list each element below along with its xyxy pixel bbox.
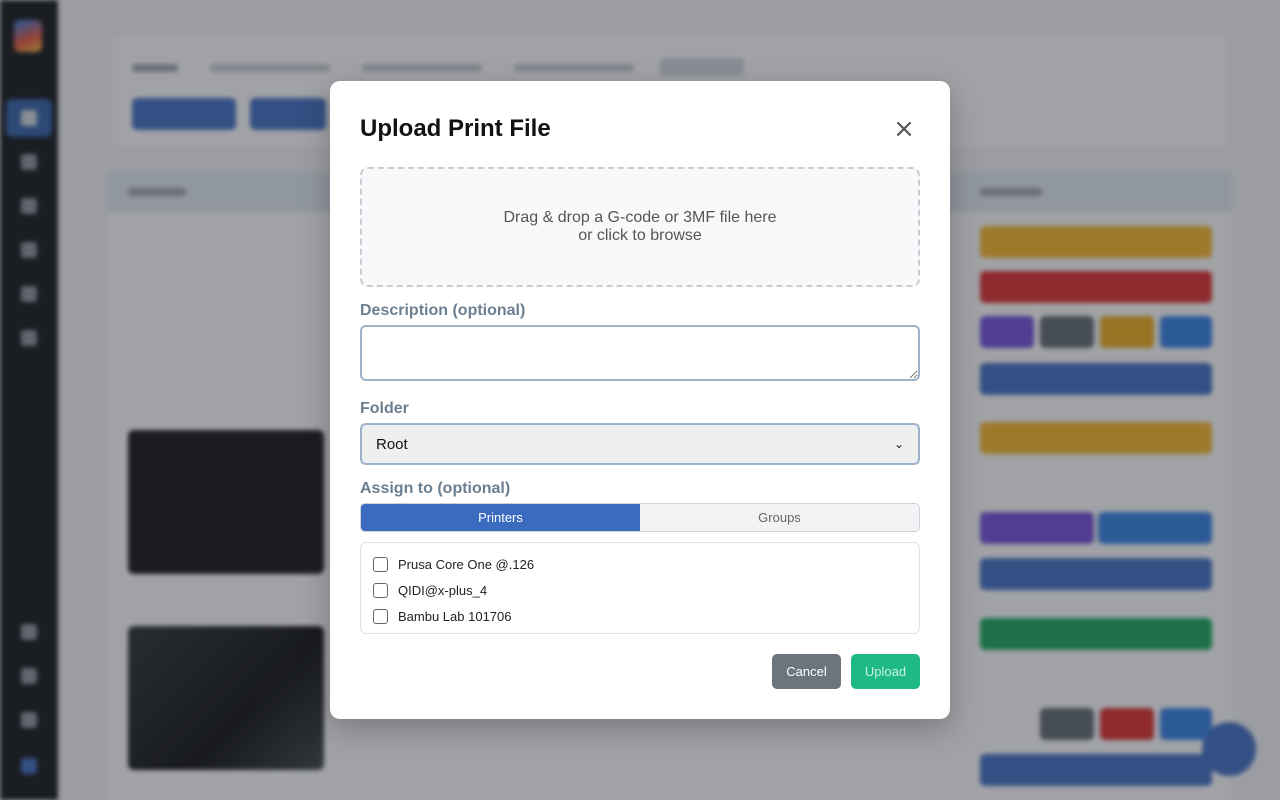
file-dropzone[interactable]: Drag & drop a G-code or 3MF file here or…: [360, 167, 920, 287]
folder-selected-value: Root: [376, 435, 408, 453]
tab-printers[interactable]: Printers: [361, 504, 640, 531]
printer-checkbox[interactable]: [373, 582, 388, 598]
dropzone-subtext: or click to browse: [578, 227, 702, 244]
chevron-down-icon: ⌄: [893, 437, 904, 451]
description-label: Description (optional): [360, 302, 526, 319]
list-item[interactable]: QIDI@x-plus_4: [361, 577, 919, 603]
printer-name: Prusa Core One @.126: [398, 556, 535, 572]
upload-modal: Upload Print File × Drag & drop a G-code…: [330, 81, 950, 719]
upload-button[interactable]: Upload: [851, 654, 920, 689]
printer-checkbox[interactable]: [373, 608, 388, 624]
assign-label: Assign to (optional): [360, 480, 511, 497]
folder-select[interactable]: Root ⌄: [360, 423, 920, 465]
list-item[interactable]: Bambu Lab 101706: [361, 603, 919, 629]
assign-toggle: Printers Groups: [360, 503, 920, 532]
tab-groups[interactable]: Groups: [640, 504, 919, 531]
printer-list: Prusa Core One @.126 QIDI@x-plus_4 Bambu…: [360, 542, 920, 634]
dropzone-text: Drag & drop a G-code or 3MF file here: [503, 209, 777, 226]
printer-name: QIDI@x-plus_4: [398, 582, 488, 598]
modal-title: Upload Print File: [360, 115, 551, 142]
close-icon[interactable]: ×: [890, 115, 918, 143]
printer-checkbox[interactable]: [373, 556, 388, 572]
description-input[interactable]: [360, 325, 920, 381]
printer-name: Bambu Lab 101706: [398, 608, 512, 624]
folder-label: Folder: [360, 400, 409, 417]
list-item[interactable]: Prusa Core One @.126: [361, 551, 919, 577]
cancel-button[interactable]: Cancel: [772, 654, 841, 689]
